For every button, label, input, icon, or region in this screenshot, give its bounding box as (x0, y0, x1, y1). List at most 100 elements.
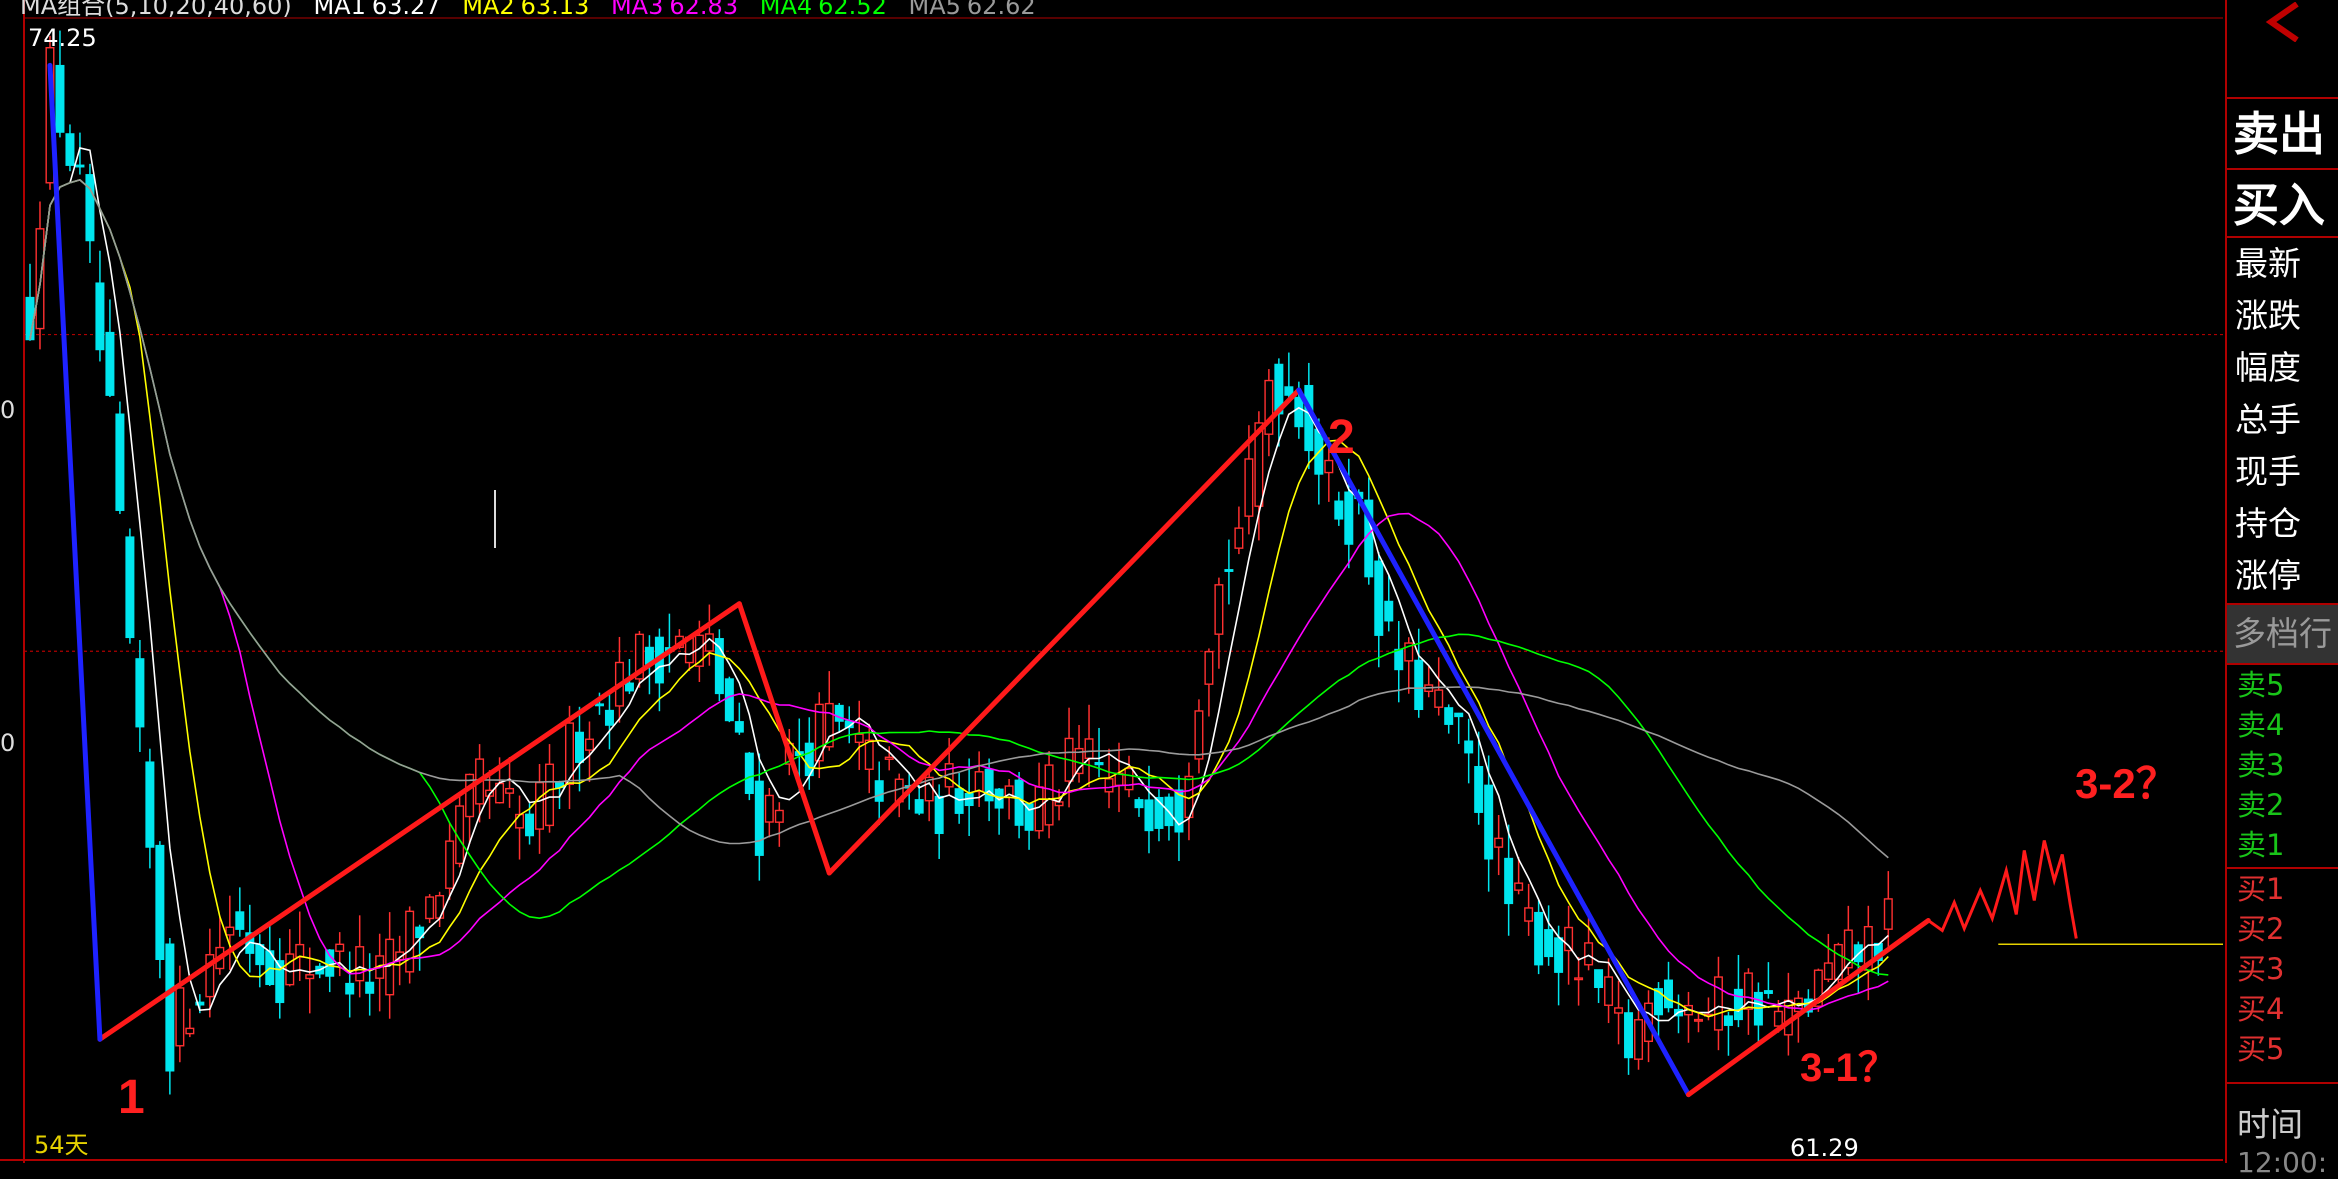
candle-up (515, 813, 525, 829)
multi-level-tab-box: 多档行 (2227, 603, 2338, 663)
candle-down (55, 64, 65, 133)
wave-line-blue-down-2 (1296, 387, 1691, 1098)
candle-down (1134, 799, 1144, 809)
candle-down (125, 536, 135, 639)
candle-up (305, 974, 315, 980)
ma3-name: MA3 (610, 0, 664, 20)
candle-up (1104, 778, 1114, 793)
candle-up (175, 987, 185, 1047)
stat-latest: 最新 (2235, 244, 2301, 283)
candle-down (1224, 569, 1234, 572)
candle-up (1434, 689, 1444, 708)
candle-up (355, 946, 365, 982)
sell-level-4: 卖4 (2237, 708, 2285, 742)
candle-down (165, 943, 175, 1072)
candle-down (1594, 969, 1604, 989)
candle-up (1574, 977, 1584, 981)
buy-level-1: 买1 (2237, 872, 2285, 906)
candle-up (974, 771, 984, 793)
candle-down (115, 413, 125, 511)
ma-legend: MA组合(5,10,20,40,60) MA1 63.27 MA2 63.13 MA… (20, 0, 1050, 20)
tab-multi-level[interactable]: 多档行 (2227, 605, 2338, 663)
candle-up (1773, 1010, 1783, 1027)
candle-up (884, 756, 894, 760)
trading-panel: 卖出 买入 最新 涨跌 幅度 总手 现手 持仓 涨停 多档行 卖5 卖4 卖3 … (2225, 0, 2338, 1179)
candle-down (1014, 779, 1024, 826)
candle-up (1713, 976, 1723, 1031)
candle-down (594, 703, 604, 707)
candle-down (604, 709, 614, 726)
ma1-name: MA1 (313, 0, 366, 20)
candle-down (1534, 911, 1544, 966)
ma-line-4 (29, 179, 1889, 976)
chart-area[interactable]: MA组合(5,10,20,40,60) MA1 63.27 MA2 63.13 MA… (0, 0, 2223, 1163)
candle-down (1554, 937, 1564, 973)
candle-up (1194, 710, 1204, 760)
candle-up (584, 738, 594, 751)
ma1-legend: MA1 63.27 (313, 0, 440, 20)
candle-down (135, 658, 145, 728)
back-arrow-icon[interactable] (2257, 2, 2307, 42)
candlestick-chart[interactable] (0, 0, 2223, 1163)
ma4-name: MA4 (759, 0, 813, 20)
candle-down (105, 331, 115, 396)
ma5-value: 62.62 (966, 0, 1036, 20)
candle-down (1374, 560, 1384, 636)
ma-line-2 (29, 179, 1889, 1018)
candle-down (1144, 799, 1154, 832)
days-label: 54天 (34, 1131, 89, 1159)
buy-level-2: 买2 (2237, 912, 2285, 946)
high-price-label: 74.25 (28, 24, 97, 52)
candle-up (1823, 962, 1833, 980)
candle-up (1494, 837, 1504, 848)
candle-down (145, 761, 155, 848)
ma-line-3 (29, 179, 1889, 1011)
quote-stats: 最新 涨跌 幅度 总手 现手 持仓 涨停 (2227, 236, 2338, 602)
sell-level-5: 卖5 (2237, 668, 2285, 702)
candle-up (295, 943, 305, 958)
candle-up (285, 953, 295, 986)
stat-percent: 幅度 (2235, 348, 2301, 387)
candle-down (914, 799, 924, 814)
candle-down (1723, 1015, 1733, 1026)
wave-projection-zigzag (1927, 840, 2078, 939)
candle-up (185, 1027, 195, 1035)
candle-down (954, 788, 964, 814)
y-tick-lower: 0 (0, 729, 16, 757)
stat-change: 涨跌 (2235, 296, 2301, 335)
candle-up (1044, 764, 1054, 826)
candle-down (255, 944, 265, 966)
wave-label-2: 2 (1328, 411, 1355, 464)
ma4-legend: MA4 62.52 (760, 0, 887, 20)
candle-down (1664, 979, 1674, 1009)
candle-up (545, 763, 555, 827)
ma3-value: 62.83 (669, 0, 739, 20)
candle-down (1294, 396, 1304, 428)
candle-down (1474, 766, 1484, 813)
candle-down (734, 721, 744, 733)
sell-level-3: 卖3 (2237, 748, 2285, 782)
candle-down (1334, 500, 1344, 520)
candle-up (385, 938, 395, 996)
candle-up (1883, 898, 1893, 930)
candle-up (1084, 738, 1094, 760)
candle-up (1693, 1018, 1703, 1022)
candle-up (1614, 1007, 1624, 1014)
stat-volume: 总手 (2235, 400, 2301, 439)
sell-button[interactable]: 卖出 (2227, 99, 2338, 169)
wave-line-red-up-1 (97, 601, 742, 1042)
candle-down (1654, 988, 1664, 1016)
candle-down (345, 982, 355, 995)
sell-level-1: 卖1 (2237, 828, 2285, 862)
wave-label-3-2: 3-2？ (2075, 760, 2178, 807)
candle-down (624, 682, 634, 692)
ma-legend-title: MA组合(5,10,20,40,60) (20, 0, 292, 20)
candle-down (724, 678, 734, 722)
buy-button[interactable]: 买入 (2227, 170, 2338, 240)
candle-up (1034, 786, 1044, 832)
candle-up (1124, 767, 1134, 791)
candle-down (1394, 648, 1404, 671)
candle-up (425, 896, 435, 920)
candle-up (1584, 942, 1594, 966)
candle-up (1524, 907, 1534, 922)
